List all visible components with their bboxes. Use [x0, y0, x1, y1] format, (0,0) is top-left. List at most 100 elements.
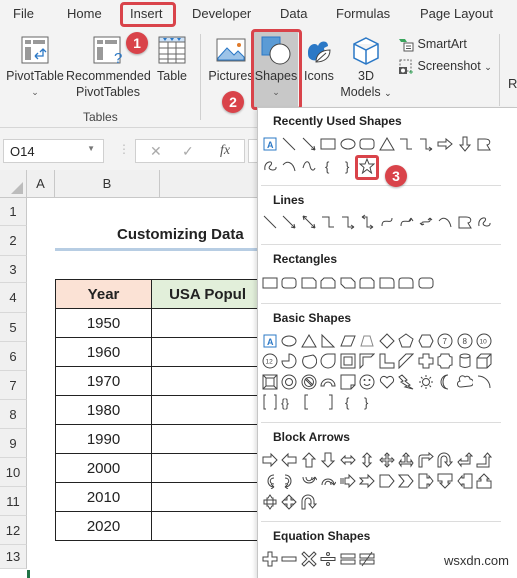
- shape-cube-icon[interactable]: [475, 351, 495, 371]
- shape-curve-icon[interactable]: [377, 212, 397, 232]
- shape-elbowarrow-icon[interactable]: [416, 134, 436, 154]
- shape-round1-icon[interactable]: [377, 273, 397, 293]
- shape-eq-neq-icon[interactable]: [358, 549, 378, 569]
- shape-heart-icon[interactable]: [377, 372, 397, 392]
- name-box[interactable]: O14 ▼: [3, 139, 104, 163]
- row-header-13[interactable]: 13: [0, 545, 27, 569]
- shape-eq-div-icon[interactable]: [319, 549, 339, 569]
- column-header-b[interactable]: B: [55, 170, 160, 198]
- shape-oval-icon[interactable]: [338, 134, 358, 154]
- tab-formulas[interactable]: Formulas: [336, 6, 390, 21]
- shape-ba-lup-icon[interactable]: [455, 450, 475, 470]
- shape-halfframe-icon[interactable]: [358, 351, 378, 371]
- shape-dblarrow-icon[interactable]: [299, 212, 319, 232]
- year-cell[interactable]: 1960: [54, 337, 153, 367]
- shape-rrect-icon[interactable]: [358, 134, 378, 154]
- year-cell[interactable]: 2020: [54, 511, 153, 541]
- row-header-4[interactable]: 4: [0, 283, 27, 313]
- shape-rect-icon[interactable]: [260, 273, 280, 293]
- shape-ba-l-icon[interactable]: [280, 450, 300, 470]
- population-cell[interactable]: [151, 424, 260, 454]
- shape-frame-icon[interactable]: [338, 351, 358, 371]
- shape-hept-icon[interactable]: 7: [436, 331, 456, 351]
- shape-darrow-icon[interactable]: [455, 134, 475, 154]
- shape-arrowline-icon[interactable]: [280, 212, 300, 232]
- pivottable-button[interactable]: PivotTable ⌄: [4, 36, 66, 100]
- row-header-2[interactable]: 2: [0, 226, 27, 256]
- shape-snipround-icon[interactable]: [358, 273, 378, 293]
- shape-bevel-icon[interactable]: [260, 372, 280, 392]
- shape-ba-bent-icon[interactable]: [416, 450, 436, 470]
- population-cell[interactable]: [151, 395, 260, 425]
- tab-home[interactable]: Home: [67, 6, 102, 21]
- population-cell[interactable]: [151, 337, 260, 367]
- shape-ba-quad-icon[interactable]: [377, 450, 397, 470]
- shape-eq-eq-icon[interactable]: [338, 549, 358, 569]
- row-header-5[interactable]: 5: [0, 313, 27, 342]
- shape-ba-uturn-icon[interactable]: [436, 450, 456, 470]
- shape-wave-icon[interactable]: [299, 156, 319, 176]
- shape-freeform-icon[interactable]: [455, 212, 475, 232]
- shape-freeform-icon[interactable]: [475, 134, 495, 154]
- shape-curvedbl-icon[interactable]: [416, 212, 436, 232]
- shape-scribble-icon[interactable]: [475, 212, 495, 232]
- shape-arc-icon[interactable]: [436, 212, 456, 232]
- shape-elbowdbl-icon[interactable]: [358, 212, 378, 232]
- insert-function-icon[interactable]: fx: [220, 143, 230, 159]
- shape-round2-icon[interactable]: [397, 273, 417, 293]
- shape-eq-mult-icon[interactable]: [299, 549, 319, 569]
- shape-cross-icon[interactable]: [416, 351, 436, 371]
- shape-tri-icon[interactable]: [299, 331, 319, 351]
- shape-snipdiag-icon[interactable]: [338, 273, 358, 293]
- shape-ba-strip-icon[interactable]: [338, 471, 358, 491]
- shape-ba-callud-icon[interactable]: [260, 492, 280, 512]
- row-header-12[interactable]: 12: [0, 516, 27, 545]
- shape-rrect-icon[interactable]: [416, 273, 436, 293]
- shape-chord-icon[interactable]: [299, 351, 319, 371]
- shape-rarrow-icon[interactable]: [436, 134, 456, 154]
- shape-lshape-icon[interactable]: [377, 351, 397, 371]
- cancel-icon[interactable]: ✕: [150, 143, 162, 160]
- shape-rect-icon[interactable]: [319, 134, 339, 154]
- shape-sun-icon[interactable]: [416, 372, 436, 392]
- shape-lbrace-icon[interactable]: {: [319, 156, 339, 176]
- shape-lbrace-icon[interactable]: {: [338, 392, 358, 412]
- shape-ba-u-icon[interactable]: [299, 450, 319, 470]
- shape-trap-icon[interactable]: [358, 331, 378, 351]
- shape-hex-icon[interactable]: [416, 331, 436, 351]
- shape-nosym-icon[interactable]: [299, 372, 319, 392]
- table-button[interactable]: Table: [152, 36, 192, 84]
- row-header-11[interactable]: 11: [0, 487, 27, 516]
- select-all-corner[interactable]: [0, 170, 27, 198]
- shape-ba-callquad-icon[interactable]: [280, 492, 300, 512]
- shape-arc-icon[interactable]: [280, 156, 300, 176]
- shape-scribble-icon[interactable]: [260, 156, 280, 176]
- shape-ba-d-icon[interactable]: [319, 450, 339, 470]
- shape-dodec-icon[interactable]: 12: [260, 351, 280, 371]
- shape-rrect-icon[interactable]: [280, 273, 300, 293]
- population-cell[interactable]: [151, 453, 260, 483]
- enter-icon[interactable]: ✓: [182, 143, 194, 160]
- shape-tear-icon[interactable]: [319, 351, 339, 371]
- shape-oct-icon[interactable]: 8: [455, 331, 475, 351]
- population-header[interactable]: USA Popul: [151, 279, 260, 309]
- shape-tri-icon[interactable]: [377, 134, 397, 154]
- shape-arrowline-icon[interactable]: [299, 134, 319, 154]
- year-cell[interactable]: 2010: [54, 482, 153, 512]
- population-cell[interactable]: [151, 308, 260, 338]
- shape-oval-icon[interactable]: [280, 331, 300, 351]
- shape-curvearrow-icon[interactable]: [397, 212, 417, 232]
- shape-ba-r-icon[interactable]: [260, 450, 280, 470]
- population-cell[interactable]: [151, 482, 260, 512]
- shape-cloud-icon[interactable]: [455, 372, 475, 392]
- row-header-7[interactable]: 7: [0, 371, 27, 400]
- shape-ba-notch-icon[interactable]: [358, 471, 378, 491]
- shape-textbox-icon[interactable]: A: [260, 134, 280, 154]
- shape-pgram-icon[interactable]: [338, 331, 358, 351]
- shape-ba-curvu-icon[interactable]: [299, 471, 319, 491]
- shape-blockarc-icon[interactable]: [319, 372, 339, 392]
- shape-eq-minus-icon[interactable]: [280, 549, 300, 569]
- shape-ba-lru-icon[interactable]: [397, 450, 417, 470]
- tab-file[interactable]: File: [13, 6, 34, 21]
- shape-pent-icon[interactable]: [397, 331, 417, 351]
